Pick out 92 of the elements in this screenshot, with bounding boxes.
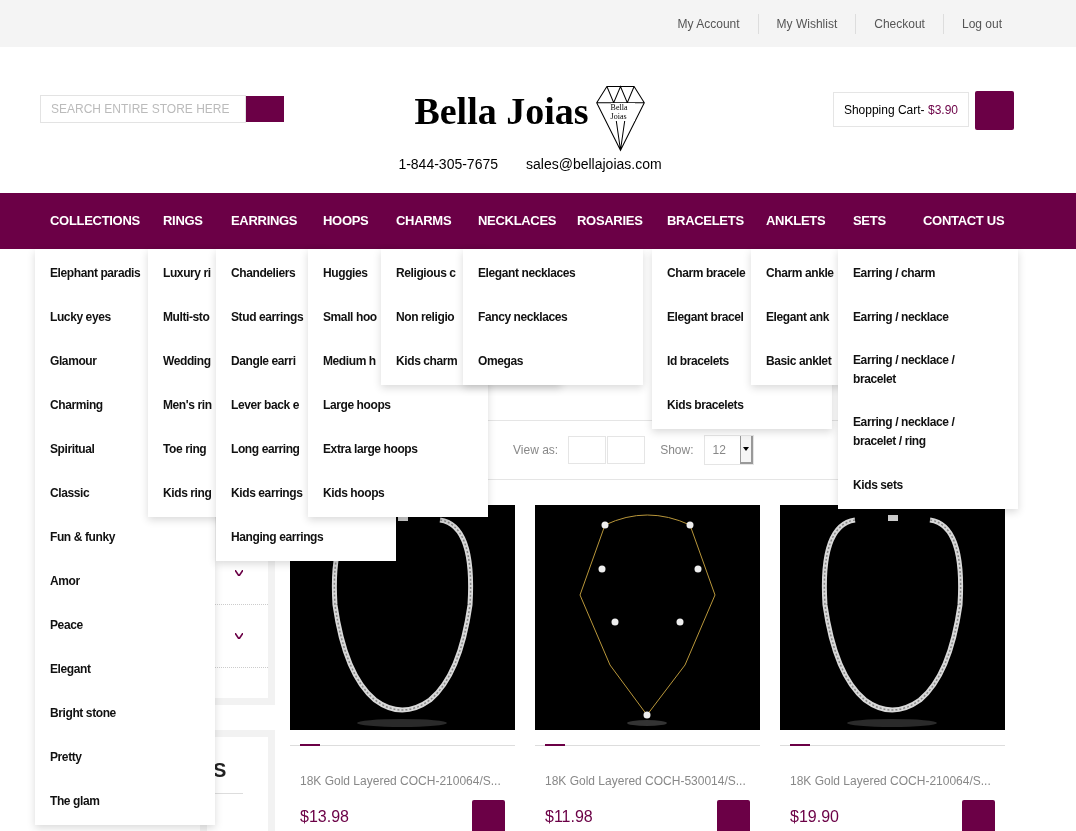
menu-item[interactable]: Kids hoops [323, 483, 385, 503]
grid-view-toggle[interactable] [568, 436, 607, 464]
menu-item[interactable]: Elegant ank [766, 307, 829, 327]
menu-item[interactable]: The glam [50, 791, 100, 811]
menu-item[interactable]: Men's rin [163, 395, 212, 415]
product-title[interactable]: 18K Gold Layered COCH-530014/S... [545, 774, 746, 788]
menu-item[interactable]: Luxury ri [163, 263, 211, 283]
add-to-cart-button[interactable] [472, 800, 505, 831]
menu-item[interactable]: Stud earrings [231, 307, 304, 327]
nav-link[interactable]: SETS [838, 193, 886, 249]
menu-item[interactable]: Kids ring [163, 483, 212, 503]
menu-item[interactable]: Kids charm [396, 351, 458, 371]
add-to-cart-button[interactable] [962, 800, 995, 831]
menu-item[interactable]: Religious c [396, 263, 456, 283]
top-link[interactable]: My Wishlist [758, 14, 856, 33]
chevron-down-icon[interactable] [235, 570, 243, 576]
nav-link[interactable]: ANKLETS [751, 193, 826, 249]
add-to-cart-button[interactable] [717, 800, 750, 831]
menu-item[interactable]: Kids sets [853, 475, 903, 495]
nav-link[interactable]: HOOPS [308, 193, 369, 249]
menu-item[interactable]: Bright stone [50, 703, 116, 723]
menu-item[interactable]: Elegant [50, 659, 91, 679]
menu-item[interactable]: Toe ring [163, 439, 207, 459]
email-link[interactable]: sales@bellajoias.com [526, 154, 662, 175]
menu-item[interactable]: Basic anklet [766, 351, 832, 371]
product-title[interactable]: 18K Gold Layered COCH-210064/S... [790, 774, 991, 788]
nav-link[interactable]: CONTACT US [908, 193, 1005, 249]
menu-item[interactable]: Classic [50, 483, 90, 503]
menu-item[interactable]: Omegas [478, 351, 523, 371]
show-label: Show: [660, 442, 694, 459]
search-field[interactable]: SEARCH ENTIRE STORE HERE [40, 95, 246, 123]
menu-item[interactable]: Glamour [50, 351, 97, 371]
menu-item[interactable]: Medium h [323, 351, 376, 371]
menu-item[interactable]: Elegant bracel [667, 307, 744, 327]
menu-item[interactable]: Kids earrings [231, 483, 303, 503]
caret-icon [742, 447, 749, 451]
menu-item[interactable]: Extra large hoops [323, 439, 418, 459]
menu-item[interactable]: Spiritual [50, 439, 95, 459]
menu-item[interactable]: Hanging earrings [231, 527, 324, 547]
product-price: $19.90 [790, 807, 839, 827]
menu-item[interactable]: Kids bracelets [667, 395, 744, 415]
nav-link[interactable]: ROSARIES [562, 193, 643, 249]
logo-mark-text: Bella Joias [610, 103, 635, 121]
menu-item[interactable]: Pretty [50, 747, 82, 767]
menu-item[interactable]: Earring / necklace [853, 307, 949, 327]
top-link[interactable]: Checkout [856, 14, 943, 33]
nav-link[interactable]: EARRINGS [216, 193, 298, 249]
top-link[interactable]: My Account [659, 14, 758, 33]
menu-item[interactable]: Peace [50, 615, 83, 635]
menu-item[interactable]: Huggies [323, 263, 368, 283]
show-select[interactable]: 12 [703, 435, 754, 465]
product-price: $13.98 [300, 807, 349, 827]
product-price: $11.98 [545, 807, 593, 827]
nav-link[interactable]: BRACELETS [652, 193, 744, 249]
product-title[interactable]: 18K Gold Layered COCH-210064/S... [300, 774, 501, 788]
menu-item[interactable]: Multi-sto [163, 307, 210, 327]
menu-item[interactable]: Id bracelets [667, 351, 729, 371]
menu-item[interactable]: Long earring [231, 439, 300, 459]
menu-item[interactable]: Lever back e [231, 395, 299, 415]
diamond-icon [594, 84, 646, 152]
menu-item[interactable]: Chandeliers [231, 263, 296, 283]
chevron-down-icon[interactable] [235, 633, 243, 639]
nav-link[interactable]: RINGS [148, 193, 203, 249]
phone-number: 1-844-305-7675 [398, 155, 498, 174]
menu-item[interactable]: Lucky eyes [50, 307, 111, 327]
top-link[interactable]: Log out [943, 14, 1020, 33]
menu-item[interactable]: Charming [50, 395, 103, 415]
menu-item[interactable]: Large hoops [323, 395, 391, 415]
menu-item[interactable]: Elegant necklaces [478, 263, 576, 283]
menu-item[interactable]: Charm bracele [667, 263, 746, 283]
nav-link[interactable]: CHARMS [381, 193, 452, 249]
menu-item[interactable]: Charm ankle [766, 263, 834, 283]
menu-item[interactable]: Non religio [396, 307, 455, 327]
search-button[interactable] [246, 96, 284, 122]
menu-item[interactable]: Earring / necklace / bracelet [853, 351, 993, 389]
section-title: S [213, 759, 227, 781]
menu-item[interactable]: Elephant paradis [50, 263, 141, 283]
menu-item[interactable]: Wedding [163, 351, 211, 371]
shopping-cart-link[interactable]: Shopping Cart- $3.90 [832, 92, 969, 127]
menu-item[interactable]: Dangle earri [231, 351, 296, 371]
menu-item[interactable]: Fancy necklaces [478, 307, 568, 327]
logo-wordmark: Bella Joias [414, 89, 589, 134]
list-view-toggle[interactable] [607, 436, 646, 464]
menu-item[interactable]: Earring / necklace / bracelet / ring [853, 413, 993, 451]
menu-item[interactable]: Amor [50, 571, 80, 591]
nav-link[interactable]: COLLECTIONS [35, 193, 140, 249]
cart-button[interactable] [975, 91, 1014, 130]
menu-item[interactable]: Fun & funky [50, 527, 115, 547]
view-as-label: View as: [513, 442, 559, 459]
nav-link[interactable]: NECKLACES [463, 193, 557, 249]
menu-item[interactable]: Earring / charm [853, 263, 936, 283]
menu-item[interactable]: Small hoo [323, 307, 377, 327]
